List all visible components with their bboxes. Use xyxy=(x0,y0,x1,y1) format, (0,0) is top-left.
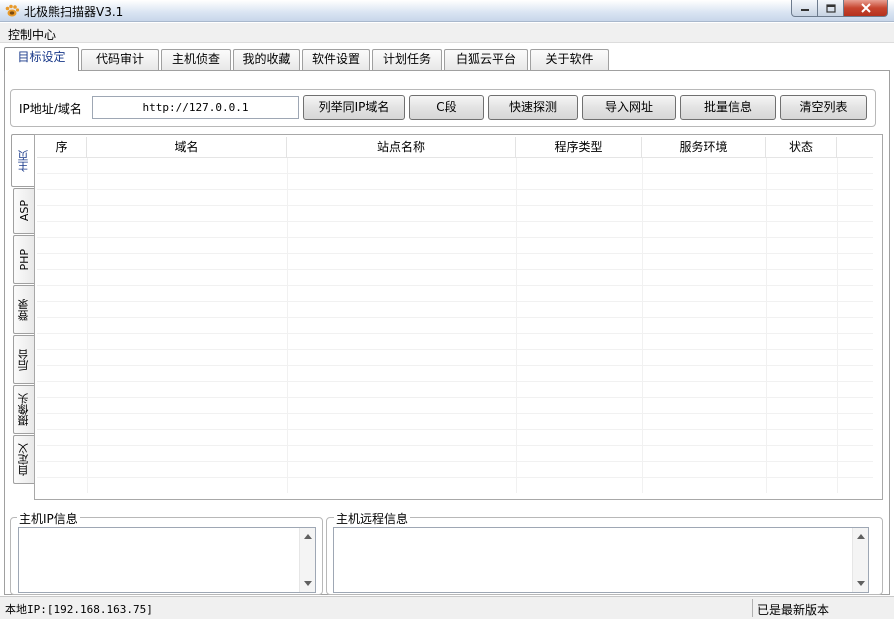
maximize-button[interactable] xyxy=(818,0,844,17)
table-row xyxy=(37,350,873,366)
side-tab-label: PHP xyxy=(17,248,31,271)
table-row xyxy=(37,462,873,478)
scroll-up-icon[interactable] xyxy=(857,534,865,539)
window-controls xyxy=(791,0,888,18)
bear-paw-icon xyxy=(5,4,20,17)
tab-target-settings[interactable]: 目标设定 xyxy=(4,47,79,71)
minimize-button[interactable] xyxy=(791,0,818,17)
list-same-ip-domains-button[interactable]: 列举同IP域名 xyxy=(303,95,405,120)
title-bar[interactable]: 北极熊扫描器V3.1 xyxy=(0,0,894,22)
ip-label: IP地址/域名 xyxy=(19,102,82,116)
side-tab-label: 登录 xyxy=(17,298,30,321)
scroll-down-icon[interactable] xyxy=(857,581,865,586)
table-row xyxy=(37,478,873,493)
table-row xyxy=(37,398,873,414)
column-header-server-env[interactable]: 服务环境 xyxy=(642,137,766,158)
side-tab-label: 后台 xyxy=(17,348,30,371)
table-row xyxy=(37,158,873,174)
table-row xyxy=(37,302,873,318)
vertical-scrollbar[interactable] xyxy=(852,528,868,592)
batch-info-button[interactable]: 批量信息 xyxy=(680,95,776,120)
table-row xyxy=(37,190,873,206)
column-header-index[interactable]: 序 xyxy=(37,137,87,158)
ip-input[interactable]: http://127.0.0.1 xyxy=(92,96,299,119)
minimize-icon xyxy=(800,9,809,11)
table-row xyxy=(37,318,873,334)
table-row xyxy=(37,334,873,350)
side-tab-home[interactable]: 主页 xyxy=(11,134,35,187)
scroll-up-icon[interactable] xyxy=(304,534,312,539)
import-url-button[interactable]: 导入网址 xyxy=(582,95,676,120)
side-tab-label: 自定义 xyxy=(17,443,30,476)
tab-scheduled-tasks[interactable]: 计划任务 xyxy=(372,49,442,70)
table-row xyxy=(37,446,873,462)
side-tab-asp[interactable]: ASP xyxy=(13,188,34,234)
side-tab-php[interactable]: PHP xyxy=(13,235,34,284)
scroll-down-icon[interactable] xyxy=(304,581,312,586)
close-icon xyxy=(860,3,871,13)
side-tab-camera[interactable]: 摄像头 xyxy=(13,385,34,434)
close-button[interactable] xyxy=(844,0,888,17)
table-header: 序 域名 站点名称 程序类型 服务环境 状态 xyxy=(37,137,873,158)
column-header-site-name[interactable]: 站点名称 xyxy=(287,137,516,158)
tab-whitefox-cloud[interactable]: 白狐云平台 xyxy=(444,49,528,70)
table-row xyxy=(37,238,873,254)
table-row xyxy=(37,366,873,382)
tab-my-favorites[interactable]: 我的收藏 xyxy=(233,49,300,70)
side-tab-label: 摄像头 xyxy=(17,393,30,426)
table-row xyxy=(37,254,873,270)
table-row xyxy=(37,382,873,398)
column-header-domain[interactable]: 域名 xyxy=(87,137,287,158)
table-row xyxy=(37,222,873,238)
table-row xyxy=(37,286,873,302)
vertical-scrollbar[interactable] xyxy=(299,528,315,592)
tab-software-settings[interactable]: 软件设置 xyxy=(302,49,370,70)
side-tab-label: 主页 xyxy=(16,149,30,172)
column-header-status[interactable]: 状态 xyxy=(766,137,837,158)
table-row xyxy=(37,414,873,430)
local-ip-status: 本地IP:[192.168.163.75] xyxy=(5,603,153,616)
side-tab-custom[interactable]: 自定义 xyxy=(13,435,34,484)
host-remote-info-textarea[interactable] xyxy=(333,527,869,593)
table-row xyxy=(37,270,873,286)
version-status: 已是最新版本 xyxy=(757,603,830,617)
tab-host-recon[interactable]: 主机侦查 xyxy=(161,49,231,70)
table-body[interactable] xyxy=(37,158,873,493)
quick-probe-button[interactable]: 快速探测 xyxy=(488,95,578,120)
status-bar: 本地IP:[192.168.163.75] 已是最新版本 xyxy=(0,596,894,619)
host-ip-info-label: 主机IP信息 xyxy=(17,510,80,527)
side-tab-admin[interactable]: 后台 xyxy=(13,335,34,384)
menu-control-center[interactable]: 控制中心 xyxy=(8,26,56,43)
table-row xyxy=(37,206,873,222)
maximize-icon xyxy=(825,3,836,13)
tab-about[interactable]: 关于软件 xyxy=(530,49,609,70)
side-tab-login[interactable]: 登录 xyxy=(13,285,34,334)
host-ip-info-textarea[interactable] xyxy=(18,527,316,593)
status-divider xyxy=(752,599,753,617)
side-tab-label: ASP xyxy=(17,200,31,222)
window-title: 北极熊扫描器V3.1 xyxy=(24,5,124,19)
table-row xyxy=(37,174,873,190)
table-row xyxy=(37,430,873,446)
tab-code-audit[interactable]: 代码审计 xyxy=(81,49,159,70)
clear-list-button[interactable]: 清空列表 xyxy=(780,95,867,120)
column-header-program-type[interactable]: 程序类型 xyxy=(516,137,642,158)
c-segment-button[interactable]: C段 xyxy=(409,95,484,120)
host-remote-info-label: 主机远程信息 xyxy=(334,510,411,527)
menu-bar: 控制中心 xyxy=(0,23,894,43)
